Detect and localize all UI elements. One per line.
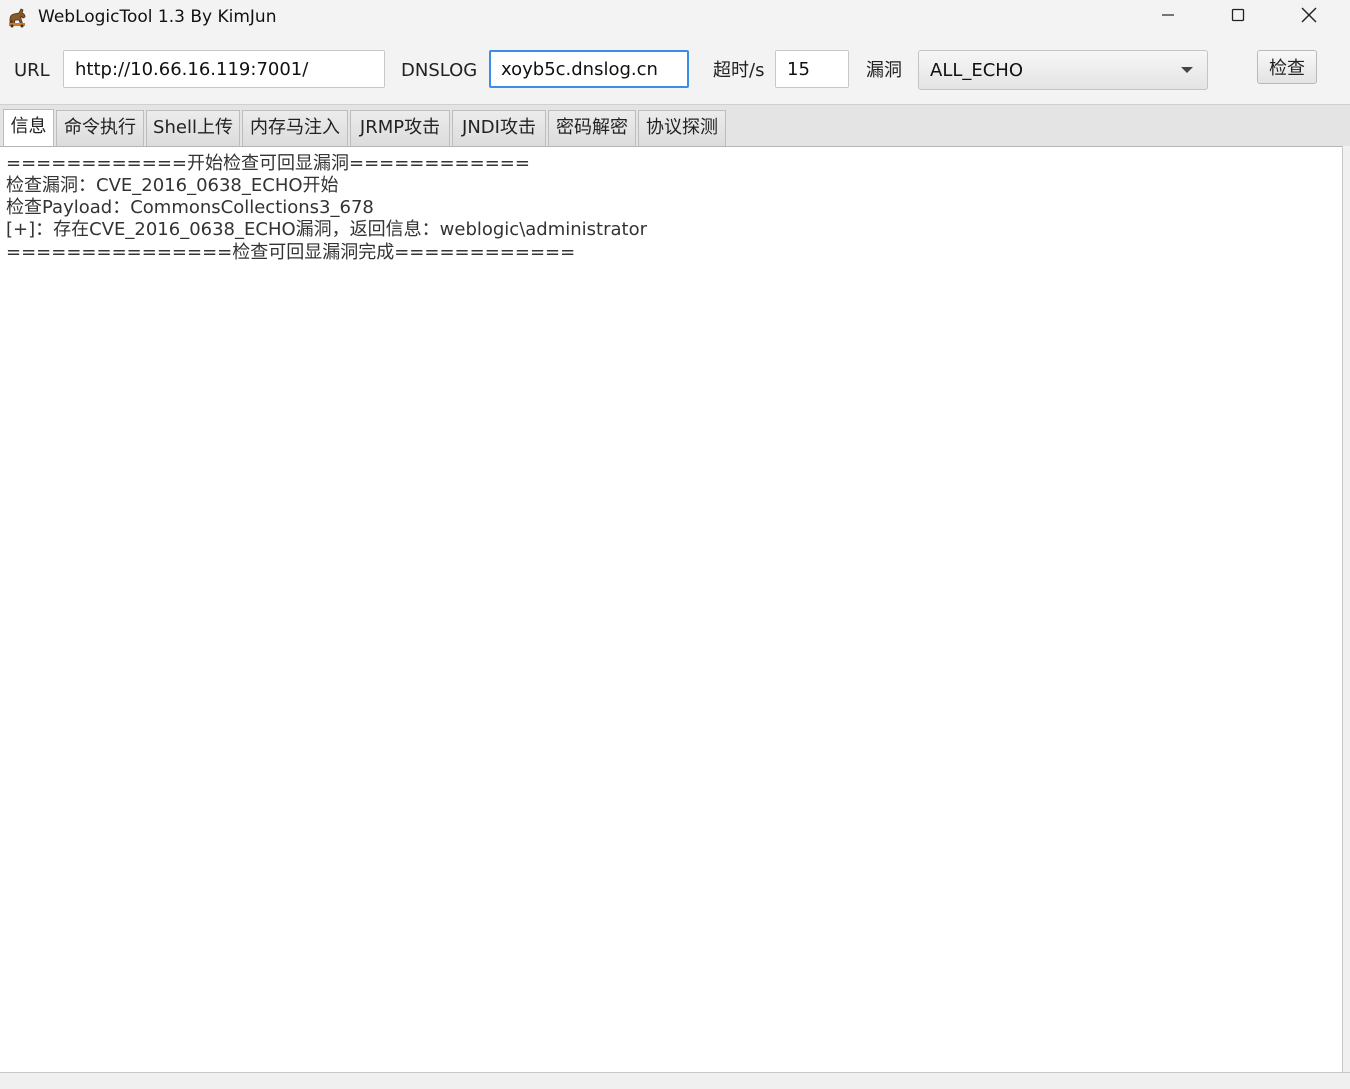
- close-icon: [1300, 6, 1318, 28]
- url-input[interactable]: [63, 50, 385, 88]
- tab-command-exec[interactable]: 命令执行: [56, 110, 144, 146]
- dnslog-label: DNSLOG: [401, 60, 478, 81]
- close-button[interactable]: [1274, 0, 1344, 34]
- tab-info[interactable]: 信息: [3, 109, 54, 147]
- tab-strip: 信息 命令执行 Shell上传 内存马注入 JRMP攻击 JNDI攻击 密码解密…: [0, 104, 1350, 147]
- check-button[interactable]: 检查: [1257, 50, 1317, 84]
- horse-icon: [6, 6, 28, 28]
- tab-shell-upload[interactable]: Shell上传: [146, 110, 240, 146]
- minimize-icon: [1160, 7, 1176, 27]
- tab-jndi-attack[interactable]: JNDI攻击: [452, 110, 546, 146]
- log-line: 检查漏洞：CVE_2016_0638_ECHO开始: [6, 175, 339, 196]
- tab-memshell-inject[interactable]: 内存马注入: [242, 110, 348, 146]
- log-line: ===============检查可回显漏洞完成============: [6, 242, 576, 263]
- log-output-area[interactable]: ============开始检查可回显漏洞============ 检查漏洞：C…: [0, 146, 1343, 1072]
- title-bar[interactable]: WebLogicTool 1.3 By KimJun: [0, 0, 1350, 34]
- timeout-input[interactable]: [775, 50, 849, 88]
- window-title: WebLogicTool 1.3 By KimJun: [38, 7, 277, 27]
- window-edge: [1343, 146, 1350, 1089]
- vuln-select-value: ALL_ECHO: [930, 59, 1024, 81]
- vuln-select[interactable]: ALL_ECHO: [918, 50, 1208, 90]
- tab-password-decrypt[interactable]: 密码解密: [548, 110, 636, 146]
- vuln-label: 漏洞: [866, 60, 902, 81]
- log-line: ============开始检查可回显漏洞============: [6, 153, 530, 174]
- tab-jrmp-attack[interactable]: JRMP攻击: [350, 110, 450, 146]
- tab-protocol-detect[interactable]: 协议探测: [638, 110, 726, 146]
- chevron-down-icon: [1181, 67, 1193, 73]
- minimize-button[interactable]: [1133, 0, 1203, 34]
- log-line: [+]：存在CVE_2016_0638_ECHO漏洞，返回信息：weblogic…: [6, 219, 648, 240]
- maximize-icon: [1230, 7, 1246, 27]
- url-label: URL: [14, 60, 50, 81]
- maximize-button[interactable]: [1203, 0, 1273, 34]
- status-bar: [0, 1072, 1350, 1089]
- toolbar: URL DNSLOG 超时/s 漏洞 ALL_ECHO 检查: [0, 34, 1350, 104]
- app-window: WebLogicTool 1.3 By KimJun URL DNSLOG 超时…: [0, 0, 1350, 1089]
- dnslog-input[interactable]: [489, 50, 689, 88]
- timeout-label: 超时/s: [713, 60, 765, 81]
- log-line: 检查Payload：CommonsCollections3_678: [6, 197, 374, 218]
